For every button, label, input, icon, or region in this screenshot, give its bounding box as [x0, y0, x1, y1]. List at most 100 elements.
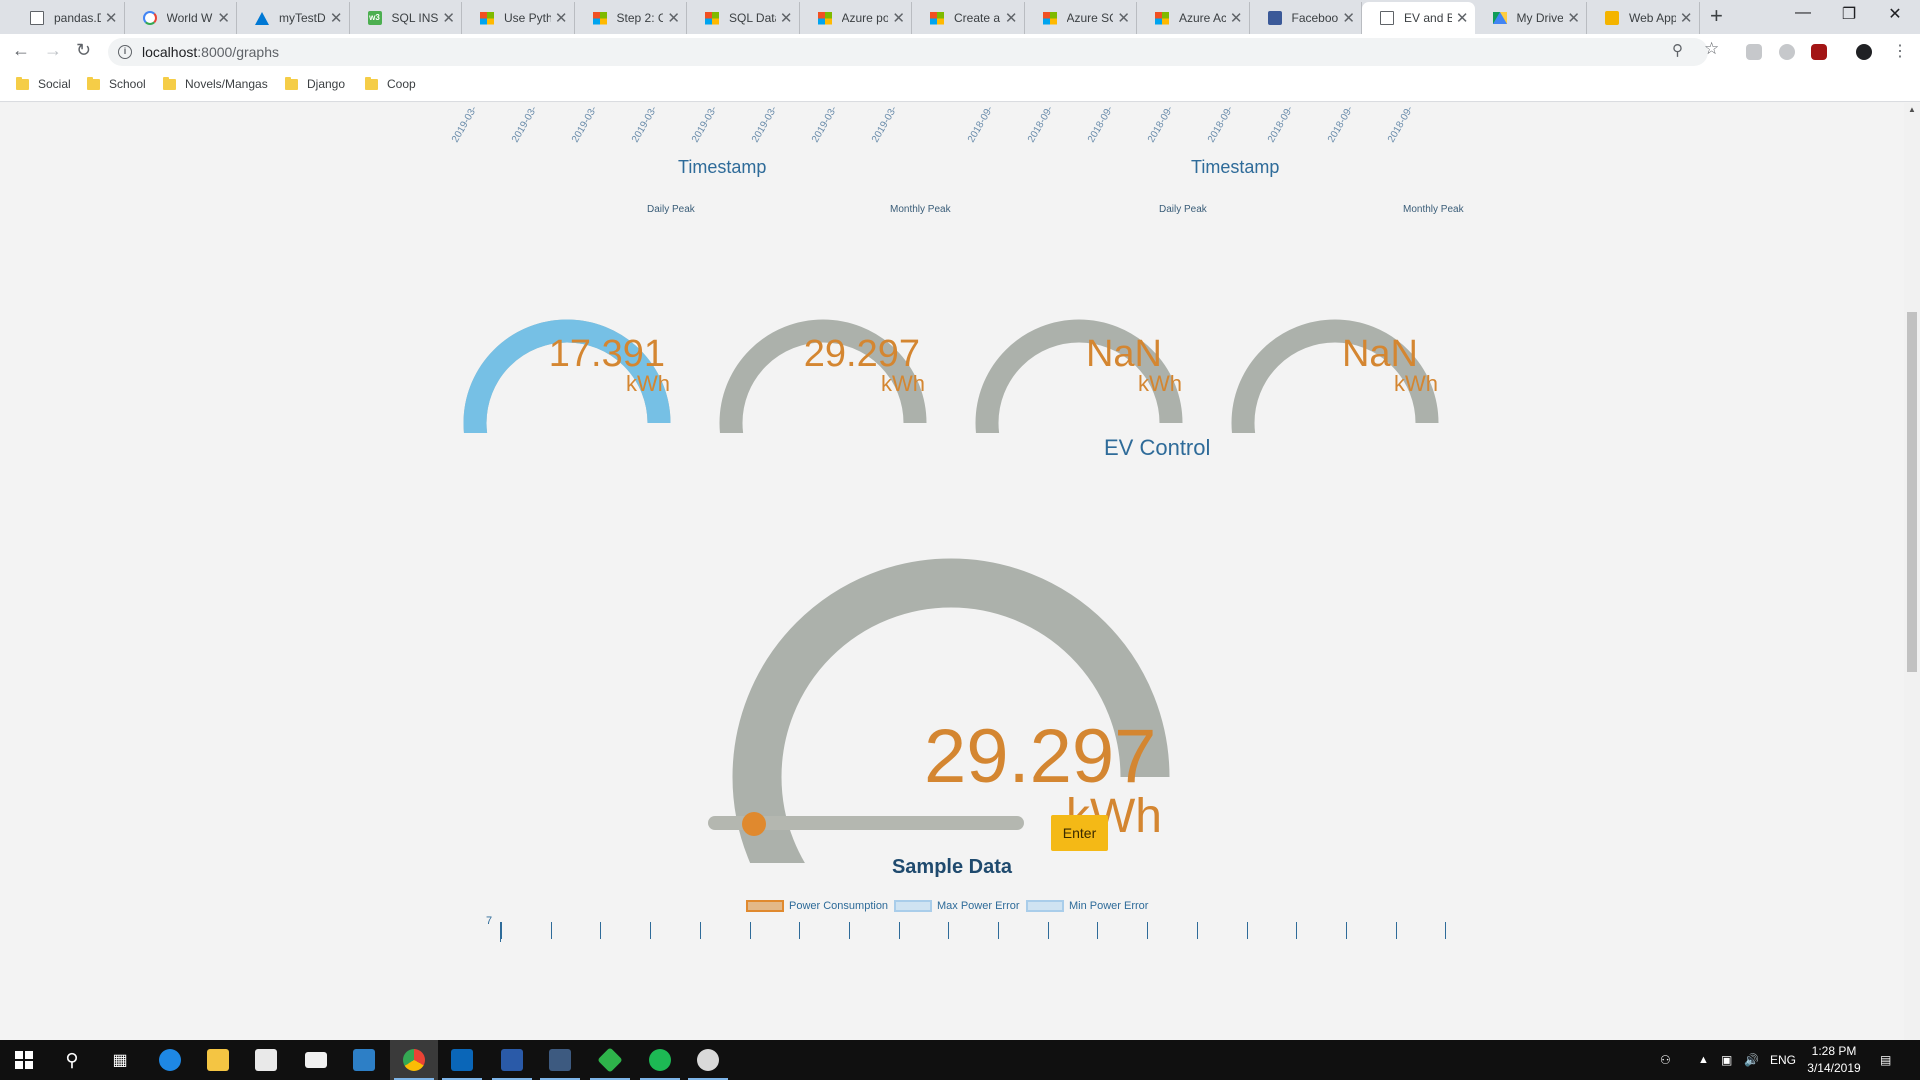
x-axis-title: Timestamp [678, 157, 767, 177]
network-icon[interactable]: ▣ [1721, 1040, 1732, 1080]
taskbar-clock[interactable]: 1:28 PM 3/14/2019 [1802, 1043, 1866, 1077]
zoom-icon[interactable]: ⚲ [1672, 41, 1683, 59]
legend-item[interactable]: Max Power Error [894, 900, 1020, 912]
close-tab-icon[interactable]: ✕ [105, 9, 118, 27]
scrollbar-thumb[interactable] [1907, 312, 1917, 672]
people-icon[interactable]: ⚇ [1660, 1040, 1671, 1080]
scroll-up-arrow[interactable]: ▲ [1908, 105, 1916, 114]
vertical-scrollbar[interactable]: ▲ [1904, 103, 1920, 1040]
taskbar-store[interactable] [242, 1040, 290, 1080]
taskbar-spotify[interactable] [636, 1040, 684, 1080]
bookmark-folder[interactable]: School [87, 76, 146, 91]
ssms-icon [549, 1049, 571, 1071]
x-axis-tick [1395, 922, 1397, 939]
reload-button[interactable]: ↻ [76, 40, 91, 61]
microsoft-icon [1042, 11, 1057, 25]
browser-tab[interactable]: Azure po ✕ [800, 2, 912, 34]
close-tab-icon[interactable]: ✕ [1456, 9, 1469, 27]
minimize-button[interactable]: — [1780, 4, 1826, 22]
address-bar[interactable]: i localhost:8000/graphs [108, 38, 1708, 66]
bookmark-folder[interactable]: Social [16, 76, 71, 91]
close-tab-icon[interactable]: ✕ [442, 9, 455, 27]
browser-tab[interactable]: Faceboo ✕ [1250, 2, 1362, 34]
legend-item[interactable]: Min Power Error [1026, 900, 1148, 912]
new-tab-button[interactable]: + [1710, 3, 1723, 29]
tray-overflow-icon[interactable]: ▲ [1698, 1040, 1709, 1080]
tab-active[interactable]: EV and B ✕ [1362, 2, 1475, 34]
close-tab-icon[interactable]: ✕ [1005, 9, 1018, 27]
extension-icon[interactable] [1779, 44, 1795, 60]
x-tick-label: 2018-09- [966, 104, 996, 145]
gauge-unit: kWh [626, 371, 670, 396]
taskbar-chrome[interactable] [390, 1040, 438, 1080]
browser-tab[interactable]: myTestD ✕ [237, 2, 350, 34]
browser-tab[interactable]: pandas.D ✕ [12, 2, 125, 34]
browser-tab[interactable]: Azure SC ✕ [1025, 2, 1137, 34]
forward-button[interactable]: → [44, 40, 62, 61]
back-button[interactable]: ← [12, 40, 30, 61]
taskbar-mail[interactable] [292, 1040, 340, 1080]
extension-icon[interactable] [1746, 44, 1762, 60]
browser-tab[interactable]: w3 SQL INSE✕ [350, 2, 462, 34]
x-axis-tick [1196, 922, 1198, 939]
close-window-button[interactable]: ✕ [1872, 4, 1918, 24]
profile-avatar[interactable] [1856, 44, 1872, 60]
taskbar-edge[interactable] [146, 1040, 194, 1080]
taskbar-vscode[interactable] [438, 1040, 486, 1080]
restore-button[interactable]: ❐ [1826, 4, 1872, 24]
menu-icon[interactable]: ⋮ [1892, 41, 1908, 61]
gauge-value: NaN [1341, 333, 1418, 375]
browser-tab[interactable]: Step 2: C ✕ [575, 2, 687, 34]
x-tick-label: 2018-09- [1266, 104, 1296, 145]
x-axis-tick [898, 922, 900, 939]
sample-data-title: Sample Data [891, 856, 1013, 878]
notifications-icon[interactable]: ▤ [1880, 1040, 1891, 1080]
doc-icon [30, 11, 44, 25]
x-axis-tick [1296, 922, 1298, 939]
close-tab-icon[interactable]: ✕ [555, 9, 568, 27]
taskbar-git[interactable] [586, 1040, 634, 1080]
taskbar-powershell[interactable] [488, 1040, 536, 1080]
browser-tab[interactable]: Web App ✕ [1587, 2, 1700, 34]
bookmark-folder[interactable]: Coop [365, 76, 416, 91]
language-indicator[interactable]: ENG [1770, 1040, 1796, 1080]
slides-icon [1605, 11, 1619, 25]
bookmark-folder[interactable]: Django [285, 76, 345, 91]
close-tab-icon[interactable]: ✕ [1117, 9, 1130, 27]
close-tab-icon[interactable]: ✕ [1567, 9, 1580, 27]
start-button[interactable] [0, 1040, 48, 1080]
close-tab-icon[interactable]: ✕ [1342, 9, 1355, 27]
close-tab-icon[interactable]: ✕ [892, 9, 905, 27]
close-tab-icon[interactable]: ✕ [1680, 9, 1693, 27]
taskbar-file-explorer[interactable] [194, 1040, 242, 1080]
browser-tab[interactable]: SQL Data ✕ [687, 2, 800, 34]
close-tab-icon[interactable]: ✕ [217, 9, 230, 27]
browser-tab[interactable]: World W ✕ [125, 2, 237, 34]
microsoft-icon [1155, 11, 1169, 25]
browser-tab[interactable]: Use Pyth ✕ [462, 2, 575, 34]
browser-tab[interactable]: Create a ✕ [912, 2, 1025, 34]
enter-button[interactable]: Enter [1051, 815, 1108, 851]
info-icon[interactable]: i [118, 45, 132, 59]
close-tab-icon[interactable]: ✕ [667, 9, 680, 27]
taskbar-ssms[interactable] [536, 1040, 584, 1080]
volume-icon[interactable]: 🔊 [1744, 1040, 1759, 1080]
taskbar-paint[interactable] [684, 1040, 732, 1080]
taskbar-app[interactable] [340, 1040, 388, 1080]
close-tab-icon[interactable]: ✕ [330, 9, 343, 27]
tab-title: SQL Data [729, 11, 776, 25]
w3schools-icon: w3 [367, 11, 382, 25]
bookmark-folder[interactable]: Novels/Mangas [163, 76, 268, 91]
ublock-icon[interactable] [1811, 44, 1827, 60]
legend-swatch [894, 900, 932, 912]
folder-icon [87, 76, 100, 90]
search-button[interactable]: ⚲ [48, 1040, 96, 1080]
close-tab-icon[interactable]: ✕ [1230, 9, 1243, 27]
tab-title: My Drive [1516, 11, 1564, 25]
close-tab-icon[interactable]: ✕ [780, 9, 793, 27]
browser-tab[interactable]: Azure Ac ✕ [1137, 2, 1250, 34]
legend-item[interactable]: Power Consumption [746, 900, 888, 912]
task-view-button[interactable]: ▦ [96, 1040, 144, 1080]
bookmark-star-icon[interactable]: ☆ [1704, 39, 1719, 59]
browser-tab[interactable]: My Drive ✕ [1475, 2, 1587, 34]
